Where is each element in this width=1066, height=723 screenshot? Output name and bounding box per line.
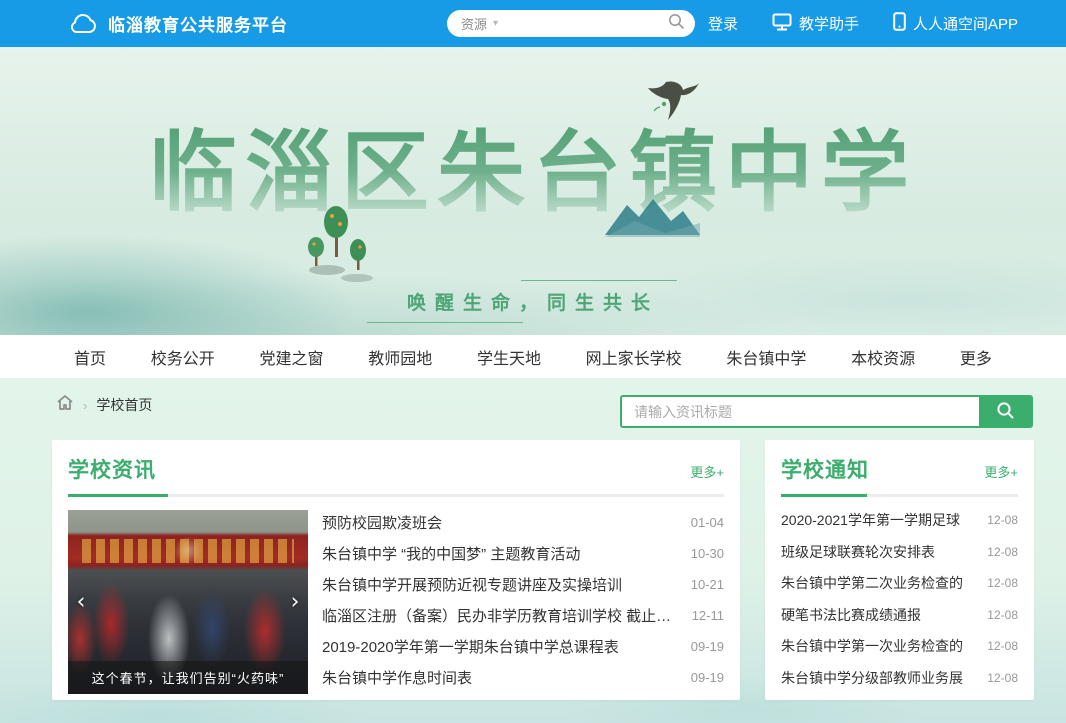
news-item[interactable]: 朱台镇中学作息时间表 09-19 [322,667,724,688]
notice-date: 12-08 [987,671,1018,685]
nav-item-school-resources[interactable]: 本校资源 [837,345,929,369]
home-icon[interactable] [56,394,74,416]
nav-item-more[interactable]: 更多 [946,345,1006,369]
content-area: › 学校首页 学校资讯 更多+ ‹ › 这个春节，让我们告别“火药味” [0,378,1066,723]
news-item[interactable]: 临淄区注册（备案）民办非学历教育培训学校 截止2019 12-11 [322,605,724,626]
news-item[interactable]: 朱台镇中学 “我的中国梦” 主题教育活动 10-30 [322,543,724,564]
notice-date: 12-08 [987,576,1018,590]
news-panel-divider [68,494,724,497]
nav-item-teacher-garden[interactable]: 教师园地 [354,345,446,369]
top-links: 登录 教学助手 人人通空间APP [708,0,1018,47]
school-slogan: 唤醒生命，同生共长 [407,280,659,323]
news-body: ‹ › 这个春节，让我们告别“火药味” 预防校园欺凌班会 01-04 朱台镇中学… [68,510,724,694]
notice-panel-title: 学校通知 [781,454,869,484]
login-link[interactable]: 登录 [708,13,738,34]
news-panel-title: 学校资讯 [68,454,156,484]
article-search-input[interactable] [622,397,979,426]
carousel-caption[interactable]: 这个春节，让我们告别“火药味” [68,661,308,694]
nav-item-student-world[interactable]: 学生天地 [463,345,555,369]
search-category-select[interactable]: 资源 [461,14,487,33]
news-panel-header: 学校资讯 更多+ [68,454,724,484]
news-item[interactable]: 朱台镇中学开展预防近视专题讲座及实操培训 10-21 [322,574,724,595]
article-search-bar [620,395,1033,428]
nav-item-home[interactable]: 首页 [60,345,120,369]
cloud-icon [68,13,98,35]
news-date: 10-21 [691,577,724,592]
main-nav: 首页 校务公开 党建之窗 教师园地 学生天地 网上家长学校 朱台镇中学 本校资源… [0,335,1066,378]
news-date: 01-04 [691,515,724,530]
notice-item[interactable]: 朱台镇中学第一次业务检查的 12-08 [781,636,1018,656]
brand[interactable]: 临淄教育公共服务平台 [68,11,288,36]
breadcrumb-current[interactable]: 学校首页 [96,395,152,415]
monitor-icon [772,13,792,35]
news-date: 09-19 [691,639,724,654]
mountain-illustration [605,197,700,242]
slogan-wrap: 唤醒生命，同生共长 [0,280,1066,323]
news-date: 12-11 [692,608,724,623]
search-icon [996,401,1015,423]
notice-item[interactable]: 2020-2021学年第一学期足球 12-08 [781,510,1018,530]
school-news-panel: 学校资讯 更多+ ‹ › 这个春节，让我们告别“火药味” 预防校园欺凌班会 01… [52,440,740,700]
breadcrumb: › 学校首页 [56,394,152,416]
news-carousel[interactable]: ‹ › 这个春节，让我们告别“火药味” [68,510,308,694]
notice-item[interactable]: 硬笔书法比赛成绩通报 12-08 [781,605,1018,625]
carousel-prev-button[interactable]: ‹ [72,590,90,615]
notice-date: 12-08 [987,545,1018,559]
search-icon[interactable] [668,13,685,35]
nav-item-parent-school[interactable]: 网上家长学校 [572,345,696,369]
notice-item[interactable]: 班级足球联赛轮次安排表 12-08 [781,542,1018,562]
news-item[interactable]: 2019-2020学年第一学期朱台镇中学总课程表 09-19 [322,636,724,657]
notice-date: 12-08 [987,608,1018,622]
news-more-link[interactable]: 更多+ [690,462,724,481]
article-search-button[interactable] [979,397,1031,426]
news-list: 预防校园欺凌班会 01-04 朱台镇中学 “我的中国梦” 主题教育活动 10-3… [322,510,724,694]
school-notice-panel: 学校通知 更多+ 2020-2021学年第一学期足球 12-08 班级足球联赛轮… [765,440,1034,700]
top-search-box[interactable]: 资源 ▾ [447,10,695,37]
news-item[interactable]: 预防校园欺凌班会 01-04 [322,512,724,533]
brand-name: 临淄教育公共服务平台 [108,11,288,36]
nav-item-school-affairs[interactable]: 校务公开 [137,345,229,369]
notice-panel-divider [781,494,1018,497]
notice-date: 12-08 [987,639,1018,653]
news-date: 09-19 [691,670,724,685]
school-title: 临淄区朱台镇中学 [0,102,1066,229]
top-bar: 临淄教育公共服务平台 资源 ▾ 登录 教学助手 [0,0,1066,47]
notice-more-link[interactable]: 更多+ [984,462,1018,481]
notice-item[interactable]: 朱台镇中学分级部教师业务展 12-08 [781,668,1018,688]
breadcrumb-separator: › [83,398,87,413]
notice-panel-header: 学校通知 更多+ [781,454,1018,484]
carousel-next-button[interactable]: › [286,590,304,615]
notice-item[interactable]: 朱台镇中学第二次业务检查的 12-08 [781,573,1018,593]
news-date: 10-30 [691,546,724,561]
notice-date: 12-08 [987,513,1018,527]
nav-item-zhutai-school[interactable]: 朱台镇中学 [712,345,820,369]
chevron-down-icon[interactable]: ▾ [493,18,498,29]
hero-banner: 临淄区朱台镇中学 唤醒生命，同生共长 [0,47,1066,335]
notice-list: 2020-2021学年第一学期足球 12-08 班级足球联赛轮次安排表 12-0… [781,510,1018,692]
trees-illustration [305,192,375,287]
phone-icon [893,12,906,35]
renrentong-app-link[interactable]: 人人通空间APP [893,12,1018,35]
teaching-assistant-link[interactable]: 教学助手 [772,13,859,35]
nav-item-party-building[interactable]: 党建之窗 [245,345,337,369]
